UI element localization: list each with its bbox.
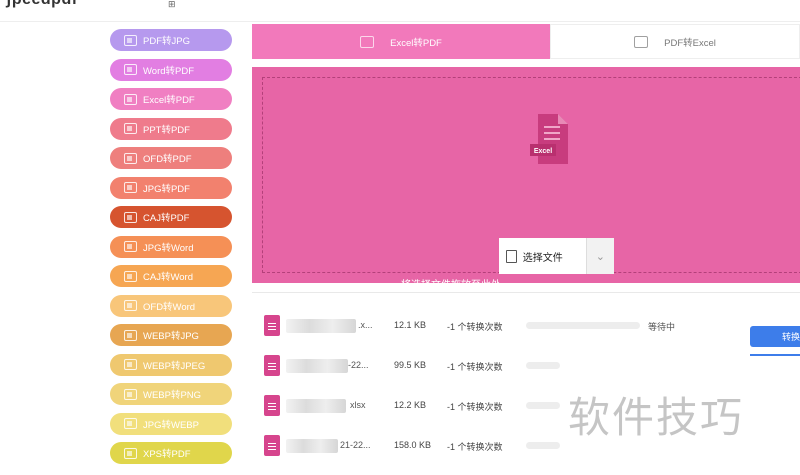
file-name-blurred (286, 399, 346, 413)
chevron-down-icon[interactable]: ⌄ (585, 238, 614, 274)
sidebar-item[interactable]: CAJ转Word (110, 265, 232, 287)
file-size: 99.5 KB (394, 360, 427, 370)
sidebar-item-label: Word转PDF (143, 65, 195, 77)
convert-icon (124, 211, 137, 223)
file-name-ext: 21-22... (340, 440, 371, 450)
convert-icon (124, 300, 137, 311)
progress-bar (526, 362, 560, 369)
progress-bar (526, 402, 560, 409)
excel-file-icon (264, 355, 280, 376)
sidebar-item-label: WEBP转PNG (143, 390, 202, 401)
convert-icon (124, 270, 137, 282)
app-logo[interactable]: ʃpeedpdf (6, 0, 78, 9)
sidebar-item-label: XPS转PDF (143, 449, 191, 460)
file-status: 等待中 (648, 322, 676, 332)
sidebar-item[interactable]: JPG转Word (110, 235, 232, 258)
convert-button[interactable]: 转换 (750, 326, 800, 347)
excel-file-icon (264, 395, 280, 416)
file-name-blurred (286, 439, 338, 453)
convert-icon (124, 388, 137, 400)
grid-icon[interactable]: ⊞ (168, 0, 176, 10)
sidebar-item-label: CAJ转PDF (143, 213, 190, 224)
sidebar-item-label: Excel转PDF (143, 95, 195, 106)
drop-hint: 将选择文件拖放至此处 (401, 280, 501, 291)
file-name-blurred (286, 319, 356, 333)
file-size: 158.0 KB (394, 440, 432, 450)
sidebar-item-label: PPT转PDF (143, 124, 190, 136)
tab-label: Excel转PDF (390, 37, 442, 49)
file-size: 12.1 KB (394, 320, 427, 330)
file-name-blurred (286, 359, 348, 373)
convert-icon (124, 123, 137, 134)
convert-icon (124, 418, 137, 429)
sidebar-item-label: OFD转Word (143, 301, 196, 313)
sidebar-item-label: PDF转JPG (143, 36, 190, 47)
progress-bar (526, 322, 640, 329)
convert-icon (124, 329, 137, 341)
convert-icon (124, 64, 137, 75)
convert-icon (124, 182, 137, 193)
sidebar-item-label: JPG转Word (143, 242, 194, 254)
sidebar-item[interactable]: JPG转PDF (110, 176, 232, 199)
sidebar-item[interactable]: Excel转PDF (110, 88, 232, 110)
sidebar-item[interactable]: Word转PDF (110, 58, 232, 81)
tab-excel-to-pdf[interactable]: Excel转PDF (252, 24, 550, 59)
conversion-count: -1 个转换次数 (447, 442, 503, 452)
file-size: 12.2 KB (394, 400, 427, 410)
sidebar-item[interactable]: JPG转WEBP (110, 412, 232, 435)
top-header: ʃpeedpdf ⊞ (0, 0, 800, 22)
conversion-count: -1 个转换次数 (447, 362, 503, 372)
tab-bar: Excel转PDF PDF转Excel (252, 24, 800, 59)
excel-file-icon (360, 35, 375, 48)
excel-file-icon (264, 435, 280, 456)
convert-icon (124, 34, 137, 46)
choose-file-button[interactable]: 选择文件 ⌄ (499, 238, 614, 274)
file-name-ext: xlsx (350, 400, 366, 410)
file-name-ext: -22... (348, 360, 369, 370)
sidebar-item[interactable]: WEBP转PNG (110, 383, 232, 405)
conversion-count: -1 个转换次数 (447, 322, 503, 332)
watermark: 软件技巧 (568, 393, 745, 442)
sidebar-item[interactable]: WEBP转JPG (110, 324, 232, 346)
sidebar-item[interactable]: WEBP转JPEG (110, 353, 232, 376)
sidebar-item[interactable]: OFD转Word (110, 294, 232, 317)
sidebar-item[interactable]: XPS转PDF (110, 442, 232, 464)
sidebar-item-label: CAJ转Word (143, 272, 193, 283)
excel-file-icon (264, 315, 280, 336)
convert-icon (124, 152, 137, 164)
excel-document-icon: Excel (530, 114, 568, 164)
progress-bar (526, 442, 560, 449)
file-row: -22... 99.5 KB -1 个转换次数 (252, 345, 800, 385)
sidebar-item[interactable]: PDF转JPG (110, 29, 232, 51)
file-icon (506, 249, 517, 263)
excel-icon-label: Excel (534, 148, 552, 155)
pdf-file-icon (634, 35, 649, 48)
conversion-count: -1 个转换次数 (447, 402, 503, 412)
tab-label: PDF转Excel (664, 37, 716, 49)
convert-icon (124, 447, 137, 459)
sidebar-item-label: WEBP转JPEG (143, 360, 206, 372)
file-row: .x... 12.1 KB -1 个转换次数 等待中 转换 (252, 305, 800, 347)
sidebar-item-label: OFD转PDF (143, 154, 192, 165)
sidebar-item-label: JPG转PDF (143, 183, 190, 195)
sidebar-item[interactable]: CAJ转PDF (110, 206, 232, 228)
tab-pdf-to-excel[interactable]: PDF转Excel (550, 24, 800, 59)
convert-icon (124, 241, 137, 252)
drop-zone[interactable]: Excel 选择文件 ⌄ 将选择文件拖放至此处 (252, 67, 800, 291)
file-name-ext: .x... (358, 320, 373, 330)
choose-file-label: 选择文件 (522, 252, 563, 264)
sidebar-item-label: JPG转WEBP (143, 419, 199, 431)
sidebar-item-label: WEBP转JPG (143, 331, 199, 342)
sidebar-item[interactable]: PPT转PDF (110, 117, 232, 140)
convert-icon (124, 359, 137, 370)
sidebar-item[interactable]: OFD转PDF (110, 147, 232, 169)
convert-icon (124, 93, 137, 105)
